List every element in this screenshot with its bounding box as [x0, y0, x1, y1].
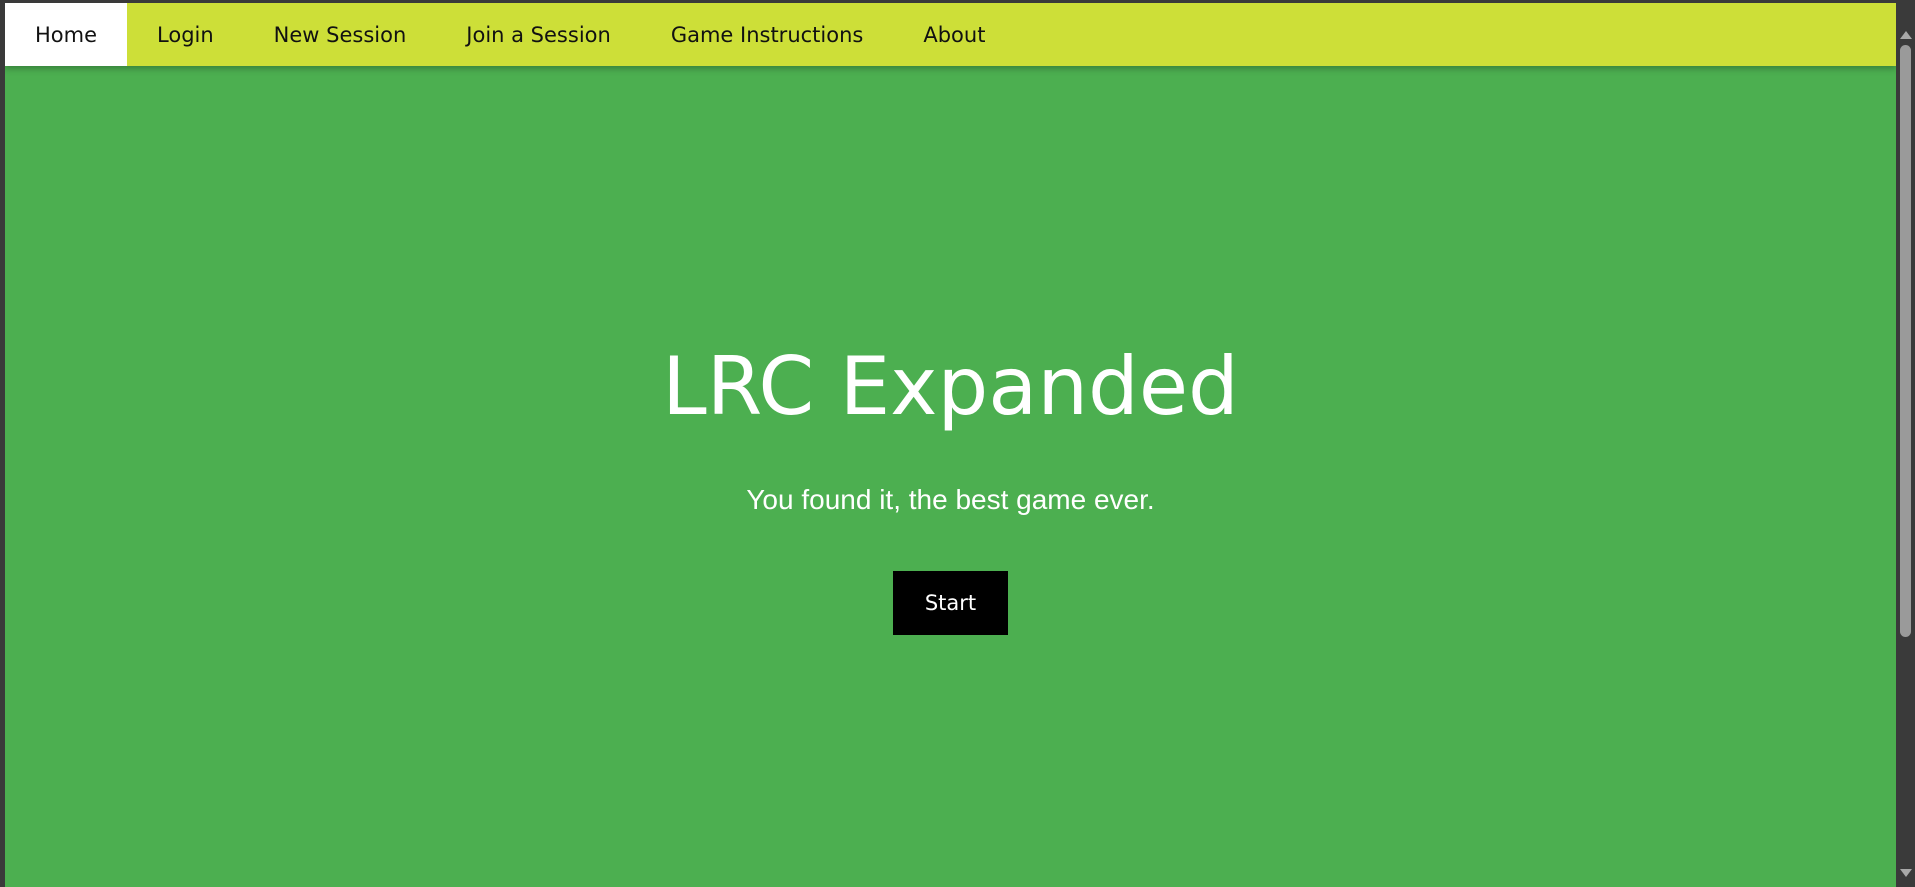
scroll-up-icon[interactable] — [1900, 31, 1912, 39]
page-title: LRC Expanded — [662, 340, 1239, 433]
nav-item-login[interactable]: Login — [127, 3, 244, 66]
nav-item-new-session[interactable]: New Session — [244, 3, 437, 66]
nav-item-about[interactable]: About — [893, 3, 1015, 66]
page-viewport: Home Login New Session Join a Session Ga… — [5, 3, 1896, 887]
scrollbar-thumb[interactable] — [1900, 45, 1911, 637]
top-navbar: Home Login New Session Join a Session Ga… — [5, 3, 1896, 66]
start-button[interactable]: Start — [893, 571, 1008, 635]
nav-item-join-session[interactable]: Join a Session — [436, 3, 641, 66]
hero-section: LRC Expanded You found it, the best game… — [5, 66, 1896, 887]
page-subtitle: You found it, the best game ever. — [746, 484, 1155, 515]
vertical-scrollbar[interactable] — [1896, 3, 1915, 887]
nav-item-game-instructions[interactable]: Game Instructions — [641, 3, 894, 66]
scroll-down-icon[interactable] — [1900, 869, 1912, 877]
nav-item-home[interactable]: Home — [5, 3, 128, 66]
